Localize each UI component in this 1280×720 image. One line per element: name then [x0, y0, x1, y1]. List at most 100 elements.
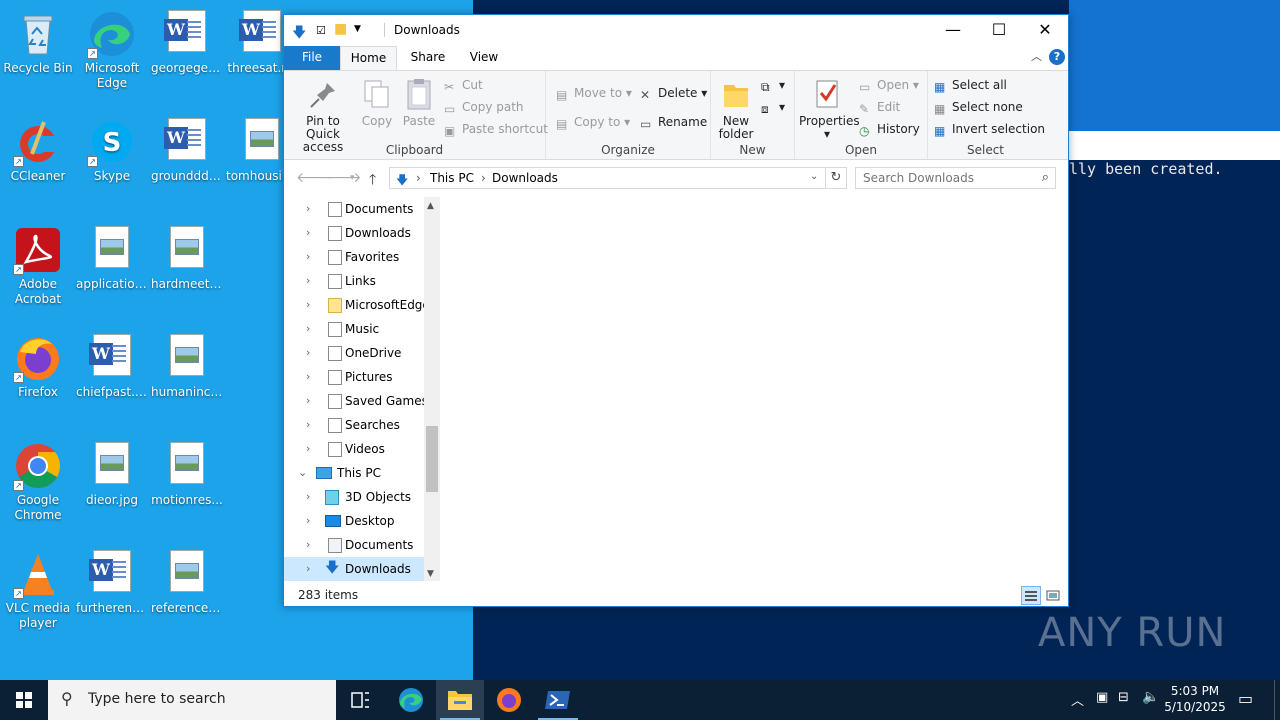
file-list-pane[interactable] [442, 197, 1068, 581]
scrollbar-thumb[interactable] [426, 426, 438, 492]
desktop-icon-skype[interactable]: S ↗ Skype [74, 114, 150, 184]
new-item-button[interactable]: ⧉ ▾ [761, 75, 785, 95]
desktop-icon-adobe-acrobat[interactable]: ↗ Adobe Acrobat [0, 222, 76, 307]
desktop-icon-firefox[interactable]: ↗ Firefox [0, 330, 76, 400]
recent-locations-icon[interactable]: ▾ [350, 173, 355, 183]
properties-quick-access-icon[interactable]: ☑ [316, 24, 326, 37]
expand-chevron-icon[interactable]: › [306, 221, 310, 245]
tab-file[interactable]: File [284, 46, 340, 70]
breadcrumb-separator-icon[interactable]: › [481, 171, 486, 185]
paste-shortcut-button[interactable]: ▣ Paste shortcut [444, 119, 548, 139]
expand-chevron-icon[interactable]: › [306, 365, 310, 389]
tab-view[interactable]: View [456, 46, 512, 70]
minimize-button[interactable]: — [930, 15, 976, 45]
navigation-pane[interactable]: › Documents › Downloads › Favorites › Li… [284, 197, 440, 581]
expand-chevron-icon[interactable]: › [306, 341, 310, 365]
rename-button[interactable]: ▭ Rename [640, 112, 707, 132]
taskbar-edge[interactable] [387, 680, 435, 720]
expand-chevron-icon[interactable]: › [306, 413, 310, 437]
tree-item-documents[interactable]: › Documents [284, 197, 424, 221]
breadcrumb-downloads[interactable]: Downloads [492, 171, 558, 185]
tab-share[interactable]: Share [402, 46, 454, 70]
scroll-up-arrow-icon[interactable]: ▲ [427, 201, 434, 211]
tree-item-searches[interactable]: › Searches [284, 413, 424, 437]
select-all-button[interactable]: ▦ Select all [934, 75, 1007, 95]
volume-icon[interactable]: 🔈 [1142, 689, 1159, 705]
desktop-icon-word-file[interactable]: W furtherenvi... [74, 546, 150, 616]
address-bar[interactable]: 🡇 › This PC › Downloads ⌄ [389, 167, 826, 189]
move-to-button[interactable]: ▤ Move to ▾ [556, 83, 632, 103]
task-view-button[interactable] [336, 680, 384, 720]
copy-to-button[interactable]: ▤ Copy to ▾ [556, 112, 630, 132]
expand-chevron-icon[interactable]: › [306, 389, 310, 413]
taskbar-powershell[interactable] [534, 680, 582, 720]
desktop-icon-word-file[interactable]: W groundddo... [149, 114, 225, 184]
expand-chevron-icon[interactable]: › [306, 509, 310, 533]
properties-button[interactable]: Properties ▾ [799, 77, 860, 141]
tree-item-3d-objects[interactable]: › 3D Objects [284, 485, 424, 509]
maximize-button[interactable]: ☐ [976, 15, 1022, 45]
copy-button[interactable]: Copy [360, 77, 394, 128]
easy-access-button[interactable]: ⧈ ▾ [761, 97, 785, 117]
collapse-chevron-icon[interactable]: ⌄ [298, 461, 307, 485]
search-input[interactable] [856, 168, 1026, 188]
desktop-icon-image-file[interactable]: referencesh... [149, 546, 225, 616]
notification-icon[interactable]: ▭ [1238, 689, 1253, 708]
forward-arrow-icon[interactable]: 🡒 [324, 169, 362, 186]
desktop-icon-microsoft-edge[interactable]: ↗ Microsoft Edge [74, 6, 150, 91]
desktop-icon-word-file[interactable]: W georgegett... [149, 6, 225, 76]
taskbar-file-explorer[interactable] [436, 680, 484, 720]
desktop-icon-vlc[interactable]: ↗ VLC media player [0, 546, 76, 631]
desktop-icon-image-file[interactable]: dieor.jpg [74, 438, 150, 508]
system-clock[interactable]: 5:03 PM 5/10/2025 [1160, 683, 1230, 715]
expand-chevron-icon[interactable]: › [306, 269, 310, 293]
tree-item-favorites[interactable]: › Favorites [284, 245, 424, 269]
expand-chevron-icon[interactable]: › [306, 485, 310, 509]
expand-chevron-icon[interactable]: › [306, 533, 310, 557]
desktop-icon-image-file[interactable]: motionres... [149, 438, 225, 508]
close-button[interactable]: ✕ [1022, 15, 1068, 45]
select-none-button[interactable]: ▦ Select none [934, 97, 1023, 117]
desktop-icon-google-chrome[interactable]: ↗ Google Chrome [0, 438, 76, 523]
expand-chevron-icon[interactable]: › [306, 197, 310, 221]
open-button[interactable]: ▭ Open ▾ [859, 75, 919, 95]
expand-chevron-icon[interactable]: › [306, 317, 310, 341]
tree-item-this-pc[interactable]: ⌄ This PC [284, 461, 424, 485]
file-explorer-window[interactable]: 🡇 ☑ ■ ▼ Downloads — ☐ ✕ File Home Share … [283, 14, 1069, 607]
show-desktop-button[interactable] [1274, 680, 1280, 720]
customize-quick-access-icon[interactable]: ▼ [354, 24, 361, 34]
tree-item-music[interactable]: › Music [284, 317, 424, 341]
history-button[interactable]: ◷ History [859, 119, 920, 139]
breadcrumb-separator-icon[interactable]: › [416, 171, 421, 185]
tree-item-downloads-pc[interactable]: › 🡇 Downloads [284, 557, 424, 581]
new-folder-button[interactable]: New folder [713, 77, 759, 141]
up-arrow-icon[interactable]: 🡑 [369, 169, 376, 193]
expand-chevron-icon[interactable]: › [306, 557, 310, 581]
tree-item-pictures[interactable]: › Pictures [284, 365, 424, 389]
tree-item-downloads[interactable]: › Downloads [284, 221, 424, 245]
invert-selection-button[interactable]: ▦ Invert selection [934, 119, 1045, 139]
details-view-button[interactable] [1021, 586, 1041, 605]
device-icon[interactable]: ▣ [1096, 690, 1108, 705]
desktop-icon-image-file[interactable]: application... [74, 222, 150, 292]
tree-item-microsoftedge[interactable]: › MicrosoftEdge [284, 293, 430, 317]
address-dropdown-icon[interactable]: ⌄ [810, 171, 818, 182]
network-icon[interactable]: ⊟ [1118, 690, 1129, 705]
paste-button[interactable]: Paste [400, 77, 438, 128]
navigation-pane-scrollbar[interactable]: ▲ ▼ [424, 197, 440, 581]
desktop-icon-recycle-bin[interactable]: Recycle Bin [0, 6, 76, 76]
breadcrumb-this-pc[interactable]: This PC [430, 171, 474, 185]
tree-item-saved-games[interactable]: › Saved Games [284, 389, 428, 413]
desktop-icon-image-file[interactable]: hardmeetin... [149, 222, 225, 292]
cut-button[interactable]: ✂ Cut [444, 75, 483, 95]
desktop-icon-ccleaner[interactable]: ↗ CCleaner [0, 114, 76, 184]
tree-item-desktop[interactable]: › Desktop [284, 509, 424, 533]
title-bar[interactable]: 🡇 ☑ ■ ▼ Downloads — ☐ ✕ [284, 15, 1068, 46]
ribbon-collapse-icon[interactable]: ︿ [1031, 48, 1042, 64]
scroll-down-arrow-icon[interactable]: ▼ [427, 569, 434, 579]
taskbar-search-box[interactable]: ⚲ Type here to search [48, 680, 336, 720]
new-folder-quick-access-icon[interactable]: ■ [334, 21, 347, 37]
search-box[interactable]: ⌕ [855, 167, 1056, 189]
edit-button[interactable]: ✎ Edit [859, 97, 900, 117]
help-button[interactable]: ? [1049, 49, 1065, 65]
